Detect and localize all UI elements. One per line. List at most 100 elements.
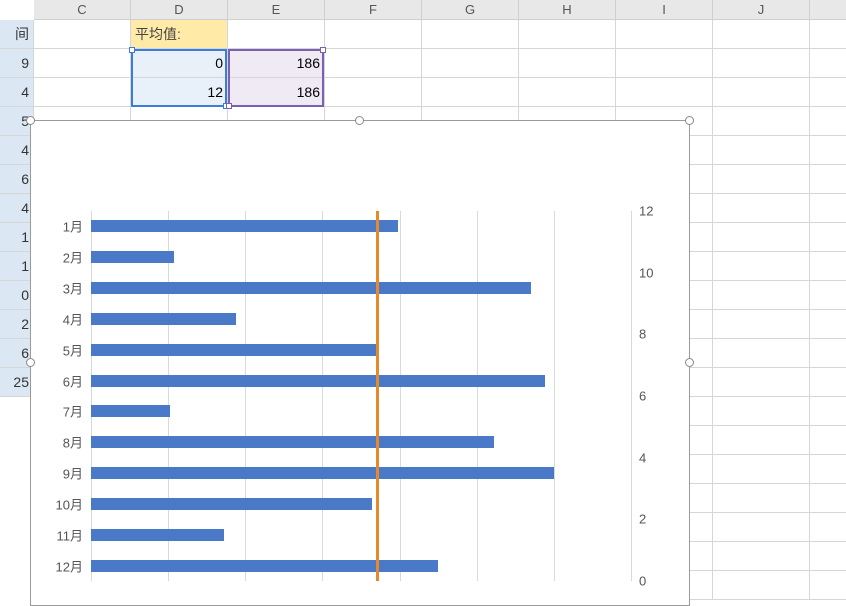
cell-empty[interactable] bbox=[422, 20, 519, 49]
cell-empty[interactable] bbox=[519, 20, 616, 49]
cell-empty[interactable] bbox=[616, 49, 713, 78]
cell-D-r2[interactable]: 0 bbox=[131, 49, 228, 78]
cell-B-row[interactable]: 1 bbox=[0, 223, 34, 252]
cell-B-row[interactable]: 2 bbox=[0, 310, 34, 339]
cell-B-row[interactable]: 4 bbox=[0, 136, 34, 165]
bar[interactable] bbox=[91, 313, 236, 325]
cell-empty[interactable] bbox=[713, 571, 810, 600]
cell-empty[interactable] bbox=[810, 49, 846, 78]
cell-empty[interactable] bbox=[713, 281, 810, 310]
cell-B-row[interactable]: 4 bbox=[0, 78, 34, 107]
resize-handle-w[interactable] bbox=[26, 358, 35, 367]
cell-empty[interactable] bbox=[713, 20, 810, 49]
cell-empty[interactable] bbox=[810, 165, 846, 194]
cell-E-r2[interactable]: 186 bbox=[228, 49, 325, 78]
col-header-J[interactable]: J bbox=[713, 0, 810, 20]
cell-empty[interactable] bbox=[519, 78, 616, 107]
resize-handle-nw[interactable] bbox=[26, 116, 35, 125]
cell-D-r3[interactable]: 12 bbox=[131, 78, 228, 107]
avg-label-cell[interactable]: 平均值: bbox=[131, 20, 228, 49]
cell-B-row[interactable]: 0 bbox=[0, 281, 34, 310]
cell-empty[interactable] bbox=[713, 49, 810, 78]
cell-empty[interactable] bbox=[325, 20, 422, 49]
cell-empty[interactable] bbox=[34, 49, 131, 78]
cell-B-row[interactable]: 间 bbox=[0, 20, 34, 49]
cell-empty[interactable] bbox=[810, 455, 846, 484]
cell-empty[interactable] bbox=[810, 571, 846, 600]
resize-handle-e[interactable] bbox=[685, 358, 694, 367]
cell-empty[interactable] bbox=[810, 368, 846, 397]
bar[interactable] bbox=[91, 436, 494, 448]
col-header-C[interactable]: C bbox=[34, 0, 131, 20]
cell-empty[interactable] bbox=[325, 78, 422, 107]
cell-empty[interactable] bbox=[713, 252, 810, 281]
cell-empty[interactable] bbox=[810, 310, 846, 339]
cell-B-row[interactable]: 25 bbox=[0, 368, 34, 397]
cell-empty[interactable] bbox=[713, 223, 810, 252]
cell-empty[interactable] bbox=[810, 513, 846, 542]
bar[interactable] bbox=[91, 251, 174, 263]
cell-empty[interactable] bbox=[616, 78, 713, 107]
cell-empty[interactable] bbox=[34, 20, 131, 49]
cell-empty[interactable] bbox=[810, 78, 846, 107]
cell-B-row[interactable]: 9 bbox=[0, 49, 34, 78]
cell-empty[interactable] bbox=[713, 455, 810, 484]
resize-handle-n[interactable] bbox=[355, 116, 364, 125]
bar[interactable] bbox=[91, 375, 545, 387]
cell-empty[interactable] bbox=[713, 426, 810, 455]
cell-empty[interactable] bbox=[228, 20, 325, 49]
cell-empty[interactable] bbox=[422, 49, 519, 78]
chart-object[interactable]: 1月2月3月4月5月6月7月8月9月10月11月12月 024681012 bbox=[30, 120, 690, 606]
col-header-G[interactable]: G bbox=[422, 0, 519, 20]
col-header-I[interactable]: I bbox=[616, 0, 713, 20]
cell-empty[interactable] bbox=[810, 20, 846, 49]
cell-B-row[interactable]: 1 bbox=[0, 252, 34, 281]
col-header-H[interactable]: H bbox=[519, 0, 616, 20]
cell-empty[interactable] bbox=[34, 78, 131, 107]
cell-empty[interactable] bbox=[810, 426, 846, 455]
plot-area[interactable]: 1月2月3月4月5月6月7月8月9月10月11月12月 024681012 bbox=[91, 211, 631, 581]
bar[interactable] bbox=[91, 467, 554, 479]
cell-empty[interactable] bbox=[713, 310, 810, 339]
cell-empty[interactable] bbox=[713, 513, 810, 542]
cell-empty[interactable] bbox=[810, 542, 846, 571]
col-header-K[interactable]: K bbox=[810, 0, 846, 20]
col-header-D[interactable]: D bbox=[131, 0, 228, 20]
cell-B-row[interactable]: 6 bbox=[0, 165, 34, 194]
col-header-F[interactable]: F bbox=[325, 0, 422, 20]
cell-E-r3[interactable]: 186 bbox=[228, 78, 325, 107]
bar[interactable] bbox=[91, 560, 438, 572]
bar[interactable] bbox=[91, 498, 372, 510]
bar[interactable] bbox=[91, 344, 378, 356]
cell-empty[interactable] bbox=[713, 107, 810, 136]
cell-empty[interactable] bbox=[616, 20, 713, 49]
cell-empty[interactable] bbox=[713, 484, 810, 513]
cell-empty[interactable] bbox=[810, 397, 846, 426]
cell-empty[interactable] bbox=[325, 49, 422, 78]
cell-empty[interactable] bbox=[810, 339, 846, 368]
cell-empty[interactable] bbox=[713, 397, 810, 426]
average-line[interactable] bbox=[376, 211, 379, 581]
cell-empty[interactable] bbox=[713, 194, 810, 223]
cell-empty[interactable] bbox=[713, 165, 810, 194]
cell-empty[interactable] bbox=[713, 542, 810, 571]
cell-empty[interactable] bbox=[422, 78, 519, 107]
bar[interactable] bbox=[91, 220, 398, 232]
bar[interactable] bbox=[91, 405, 170, 417]
cell-empty[interactable] bbox=[810, 136, 846, 165]
bar[interactable] bbox=[91, 282, 531, 294]
cell-empty[interactable] bbox=[519, 49, 616, 78]
cell-B-row[interactable]: 4 bbox=[0, 194, 34, 223]
cell-empty[interactable] bbox=[713, 78, 810, 107]
cell-empty[interactable] bbox=[713, 368, 810, 397]
cell-empty[interactable] bbox=[810, 194, 846, 223]
cell-empty[interactable] bbox=[810, 252, 846, 281]
col-header-E[interactable]: E bbox=[228, 0, 325, 20]
cell-empty[interactable] bbox=[810, 107, 846, 136]
resize-handle-ne[interactable] bbox=[685, 116, 694, 125]
cell-empty[interactable] bbox=[810, 281, 846, 310]
cell-empty[interactable] bbox=[810, 223, 846, 252]
cell-empty[interactable] bbox=[810, 484, 846, 513]
cell-empty[interactable] bbox=[713, 136, 810, 165]
cell-empty[interactable] bbox=[713, 339, 810, 368]
